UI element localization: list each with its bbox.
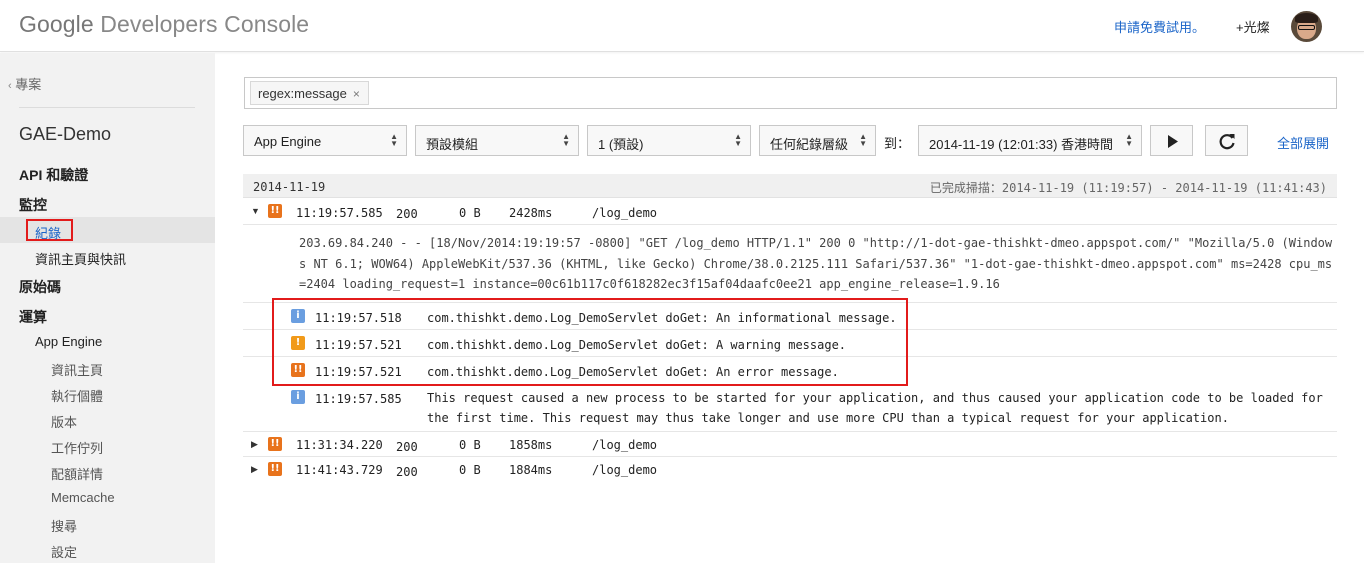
- sidebar-subitem-task-queues[interactable]: 工作佇列: [51, 438, 103, 457]
- entry-latency: 1858ms: [509, 438, 553, 452]
- entry-size: 0 B: [459, 206, 481, 220]
- sidebar-item-app-engine[interactable]: App Engine: [35, 334, 102, 349]
- top-header: Google Developers Console 申請免費試用。 +光燦: [0, 0, 1364, 52]
- sidebar-item-dashboard[interactable]: 資訊主頁與快訊: [35, 249, 126, 268]
- back-to-projects-link[interactable]: ‹ 專案: [8, 74, 41, 93]
- error-severity-icon: !!: [268, 204, 282, 218]
- entry-time: 11:31:34.220: [296, 438, 383, 452]
- entry-latency: 1884ms: [509, 463, 553, 477]
- entry-status: 200: [396, 207, 418, 221]
- sidebar-subitem-dashboard[interactable]: 資訊主頁: [51, 360, 103, 379]
- version-select-value: 1 (預設): [598, 137, 644, 152]
- sidebar-item-compute[interactable]: 運算: [19, 307, 47, 327]
- sidebar-item-logs[interactable]: 紀錄: [26, 219, 73, 241]
- module-select[interactable]: 預設模組 ▲ ▼: [415, 125, 579, 156]
- scan-status: 已完成掃描：2014-11-19 (11:19:57) - 2014-11-19…: [929, 181, 1327, 195]
- filter-chip-label: regex:message: [258, 86, 347, 101]
- module-select-value: 預設模組: [426, 137, 479, 152]
- project-name: GAE-Demo: [19, 124, 112, 144]
- entry-size: 0 B: [459, 438, 481, 452]
- expand-toggle-icon[interactable]: ▶: [251, 439, 258, 450]
- avatar[interactable]: [1291, 11, 1322, 42]
- service-select[interactable]: App Engine ▲ ▼: [243, 125, 407, 156]
- free-trial-link[interactable]: 申請免費試用。: [1114, 17, 1205, 36]
- user-name-link[interactable]: +光燦: [1236, 17, 1270, 36]
- select-arrows-icon: ▲ ▼: [562, 132, 570, 148]
- logo-google: Google: [19, 11, 94, 37]
- sidebar-subitem-versions[interactable]: 版本: [51, 412, 77, 431]
- play-button[interactable]: [1150, 125, 1193, 156]
- error-severity-icon: !!: [268, 462, 282, 476]
- select-arrows-icon: ▲ ▼: [1125, 132, 1133, 148]
- log-level-select[interactable]: 任何紀錄層級 ▲ ▼: [759, 125, 876, 156]
- select-arrows-icon: ▲ ▼: [859, 132, 867, 148]
- info-severity-icon: i: [291, 390, 305, 404]
- expand-all-link[interactable]: 全部展開: [1277, 133, 1329, 152]
- select-arrows-icon: ▲ ▼: [390, 132, 398, 148]
- entry-path: /log_demo: [592, 438, 658, 452]
- datetime-select-value: 2014-11-19 (12:01:33) 香港時間: [929, 137, 1114, 152]
- log-date-header: 2014-11-19 已完成掃描：2014-11-19 (11:19:57) -…: [243, 174, 1337, 198]
- avatar-glasses: [1298, 25, 1315, 30]
- row-divider: [243, 456, 1337, 457]
- refresh-icon: [1219, 134, 1235, 150]
- datetime-select[interactable]: 2014-11-19 (12:01:33) 香港時間 ▲ ▼: [918, 125, 1142, 156]
- console-logo[interactable]: Google Developers Console: [19, 11, 309, 38]
- entry-size: 0 B: [459, 463, 481, 477]
- avatar-hair: [1295, 13, 1318, 23]
- collapse-toggle-icon[interactable]: ▼: [251, 206, 260, 216]
- entry-status: 200: [396, 440, 418, 454]
- back-label: 專案: [15, 77, 42, 92]
- play-icon: [1168, 135, 1178, 148]
- refresh-button[interactable]: [1205, 125, 1248, 156]
- entry-path: /log_demo: [592, 463, 658, 477]
- sidebar-subitem-search[interactable]: 搜尋: [51, 516, 77, 535]
- logo-product: Developers Console: [100, 11, 310, 37]
- select-arrows-icon: ▲ ▼: [734, 132, 742, 148]
- sidebar-divider: [19, 107, 195, 108]
- sidebar-subitem-instances[interactable]: 執行個體: [51, 386, 103, 405]
- entry-time: 11:19:57.585: [296, 206, 383, 220]
- sidebar-subitem-settings[interactable]: 設定: [51, 542, 77, 561]
- entry-time: 11:41:43.729: [296, 463, 383, 477]
- sidebar-item-api-auth[interactable]: API 和驗證: [19, 165, 88, 185]
- service-select-value: App Engine: [254, 134, 322, 149]
- request-log-detail: 203.69.84.240 - - [18/Nov/2014:19:19:57 …: [299, 236, 1333, 291]
- log-date: 2014-11-19: [253, 180, 326, 194]
- highlight-annotation-box: [272, 298, 908, 386]
- row-divider: [243, 224, 1337, 225]
- sidebar: ‹ 專案 GAE-Demo API 和驗證 監控 紀錄 資訊主頁與快訊 原始碼 …: [0, 53, 215, 563]
- sidebar-item-source[interactable]: 原始碼: [19, 277, 61, 297]
- sidebar-subitem-quota[interactable]: 配額詳情: [51, 464, 103, 483]
- entry-status: 200: [396, 465, 418, 479]
- log-level-select-value: 任何紀錄層級: [770, 137, 849, 152]
- log-filter-input[interactable]: regex:message ×: [244, 77, 1337, 109]
- close-icon[interactable]: ×: [353, 87, 360, 101]
- app-log-time: 11:19:57.585: [315, 392, 402, 406]
- entry-path: /log_demo: [592, 206, 658, 220]
- filter-chip[interactable]: regex:message ×: [250, 81, 369, 105]
- app-log-message: This request caused a new process to be …: [427, 391, 1323, 425]
- expand-toggle-icon[interactable]: ▶: [251, 464, 258, 475]
- entry-latency: 2428ms: [509, 206, 553, 220]
- row-divider: [243, 431, 1337, 432]
- version-select[interactable]: 1 (預設) ▲ ▼: [587, 125, 751, 156]
- sidebar-subitem-memcache[interactable]: Memcache: [51, 490, 115, 505]
- sidebar-item-monitoring[interactable]: 監控: [19, 195, 47, 215]
- error-severity-icon: !!: [268, 437, 282, 451]
- chevron-left-icon: ‹: [8, 80, 12, 92]
- to-label: 到：: [884, 136, 911, 151]
